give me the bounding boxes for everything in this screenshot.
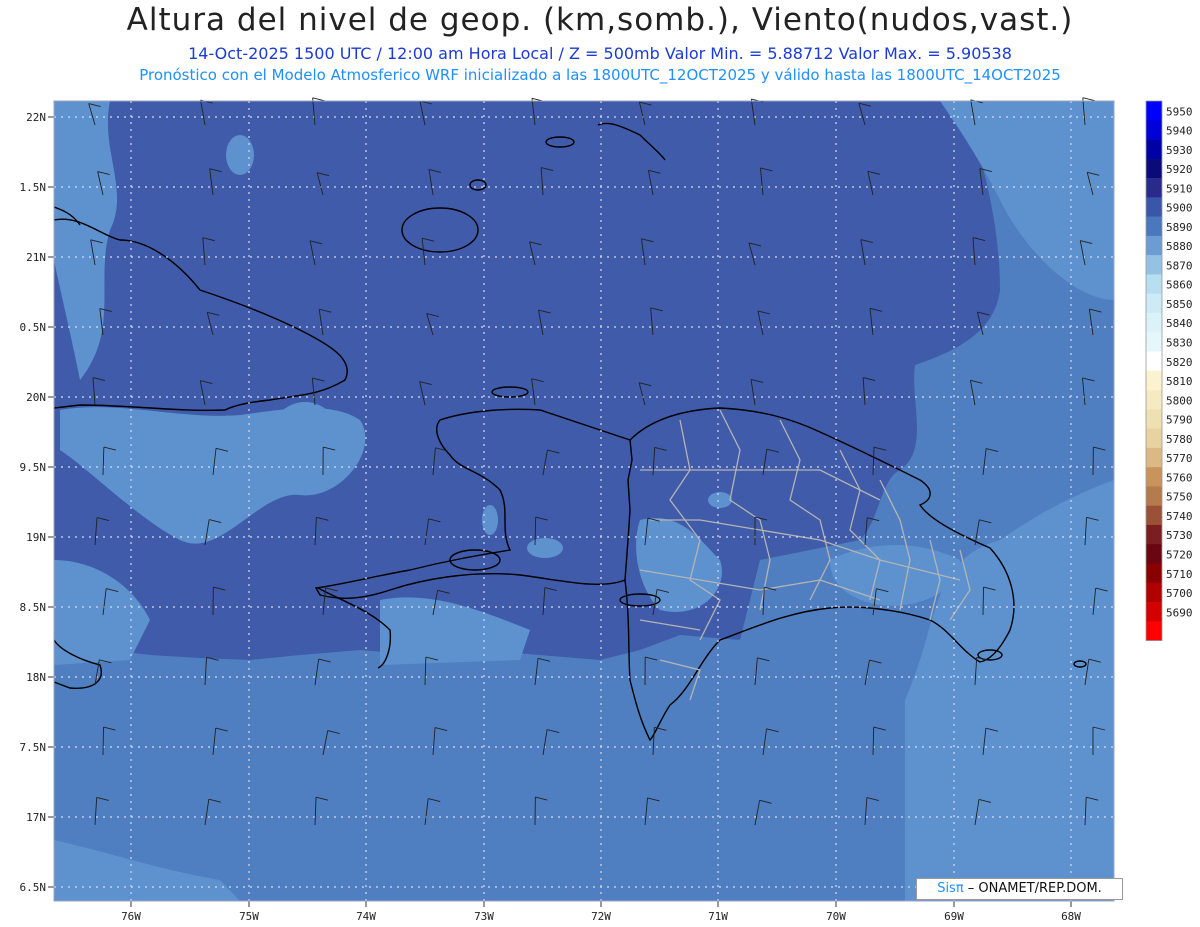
legend-label: 5920 xyxy=(1166,163,1193,176)
legend-swatch xyxy=(1146,178,1162,198)
legend-swatch xyxy=(1146,139,1162,160)
legend-swatch xyxy=(1146,255,1162,275)
credit-box: Sisπ – ONAMET/REP.DOM. xyxy=(916,878,1123,900)
legend-swatch xyxy=(1146,486,1162,506)
legend-swatch xyxy=(1146,428,1162,449)
legend-swatch xyxy=(1146,158,1162,179)
legend-label: 5780 xyxy=(1166,433,1193,446)
legend-label: 5890 xyxy=(1166,221,1193,234)
legend-label: 5870 xyxy=(1166,259,1193,272)
legend-label: 5700 xyxy=(1166,587,1193,600)
lat-tick-label: 0.5N xyxy=(20,321,47,334)
legend-swatch xyxy=(1146,293,1162,314)
legend-label: 5750 xyxy=(1166,491,1193,504)
legend-swatch xyxy=(1146,274,1162,294)
legend-label: 5790 xyxy=(1166,414,1193,427)
legend-label: 5860 xyxy=(1166,279,1193,292)
field-light-patch xyxy=(527,538,563,558)
legend-swatch xyxy=(1146,216,1162,237)
legend-label: 5850 xyxy=(1166,298,1193,311)
field-light-patch xyxy=(482,505,498,535)
legend-swatch xyxy=(1146,390,1162,410)
lon-tick-label: 71W xyxy=(708,910,728,923)
credit-pi: π xyxy=(955,881,964,896)
legend-swatch xyxy=(1146,120,1162,140)
legend-swatch xyxy=(1146,563,1162,584)
lon-tick-label: 73W xyxy=(474,910,494,923)
legend-swatch xyxy=(1146,447,1162,468)
legend-label: 5730 xyxy=(1166,529,1193,542)
legend-swatch xyxy=(1146,332,1162,352)
credit-text: – ONAMET/REP.DOM. xyxy=(963,881,1102,896)
lon-tick-label: 69W xyxy=(944,910,964,923)
legend-swatch xyxy=(1146,467,1162,487)
legend-label: 5930 xyxy=(1166,144,1193,157)
legend-label: 5710 xyxy=(1166,568,1193,581)
field-light-patch xyxy=(708,492,732,508)
legend-label: 5840 xyxy=(1166,317,1193,330)
lat-tick-label: 8.5N xyxy=(20,601,47,614)
lat-tick-label: 21N xyxy=(26,251,46,264)
lon-tick-label: 70W xyxy=(826,910,846,923)
legend-label: 5820 xyxy=(1166,356,1193,369)
legend-swatch xyxy=(1146,197,1162,217)
lon-tick-label: 74W xyxy=(356,910,376,923)
lat-tick-label: 18N xyxy=(26,671,46,684)
legend-label: 5720 xyxy=(1166,548,1193,561)
legend-swatch xyxy=(1146,582,1162,603)
lat-tick-label: 22N xyxy=(26,111,46,124)
color-legend: 5950 5940 5930 5920 5910 5900 5890 5880 5870 5860… xyxy=(1145,100,1193,641)
legend-label: 5760 xyxy=(1166,471,1193,484)
legend-swatch xyxy=(1146,409,1162,429)
legend-label: 5830 xyxy=(1166,337,1193,350)
legend-label: 5770 xyxy=(1166,452,1193,465)
lat-tick-label: 19N xyxy=(26,531,46,544)
legend-swatch xyxy=(1146,235,1162,256)
lon-tick-label: 68W xyxy=(1061,910,1081,923)
legend-swatch xyxy=(1146,524,1162,545)
legend-swatch xyxy=(1146,351,1162,372)
legend-swatch xyxy=(1146,101,1162,121)
map-canvas: 76W 75W 74W 73W 72W 71W 70W 69W 68W 22N 1.5N 21N 0.5… xyxy=(20,97,1193,923)
field-light-patch xyxy=(226,135,254,175)
legend-label: 5940 xyxy=(1166,125,1193,138)
legend-label: 5810 xyxy=(1166,375,1193,388)
legend-label: 5880 xyxy=(1166,240,1193,253)
legend-swatch xyxy=(1146,312,1162,333)
credit-brand: Sis xyxy=(937,881,956,896)
lon-tick-label: 72W xyxy=(591,910,611,923)
lat-tick-label: 17N xyxy=(26,811,46,824)
legend-swatch xyxy=(1146,602,1162,622)
legend-swatch xyxy=(1146,505,1162,526)
lon-tick-label: 76W xyxy=(121,910,141,923)
lat-tick-label: 7.5N xyxy=(20,741,47,754)
lat-tick-label: 6.5N xyxy=(20,881,47,894)
legend-swatch xyxy=(1146,621,1162,641)
lat-tick-label: 1.5N xyxy=(20,181,47,194)
legend-label: 5950 xyxy=(1166,105,1193,118)
legend-label: 5910 xyxy=(1166,182,1193,195)
lat-tick-label: 20N xyxy=(26,391,46,404)
legend-label: 5740 xyxy=(1166,510,1193,523)
legend-swatch xyxy=(1146,370,1162,391)
legend-swatch xyxy=(1146,544,1162,564)
legend-label: 5800 xyxy=(1166,394,1193,407)
lat-tick-label: 9.5N xyxy=(20,461,47,474)
legend-label: 5900 xyxy=(1166,202,1193,215)
legend-label: 5690 xyxy=(1166,606,1193,619)
lon-tick-label: 75W xyxy=(239,910,259,923)
